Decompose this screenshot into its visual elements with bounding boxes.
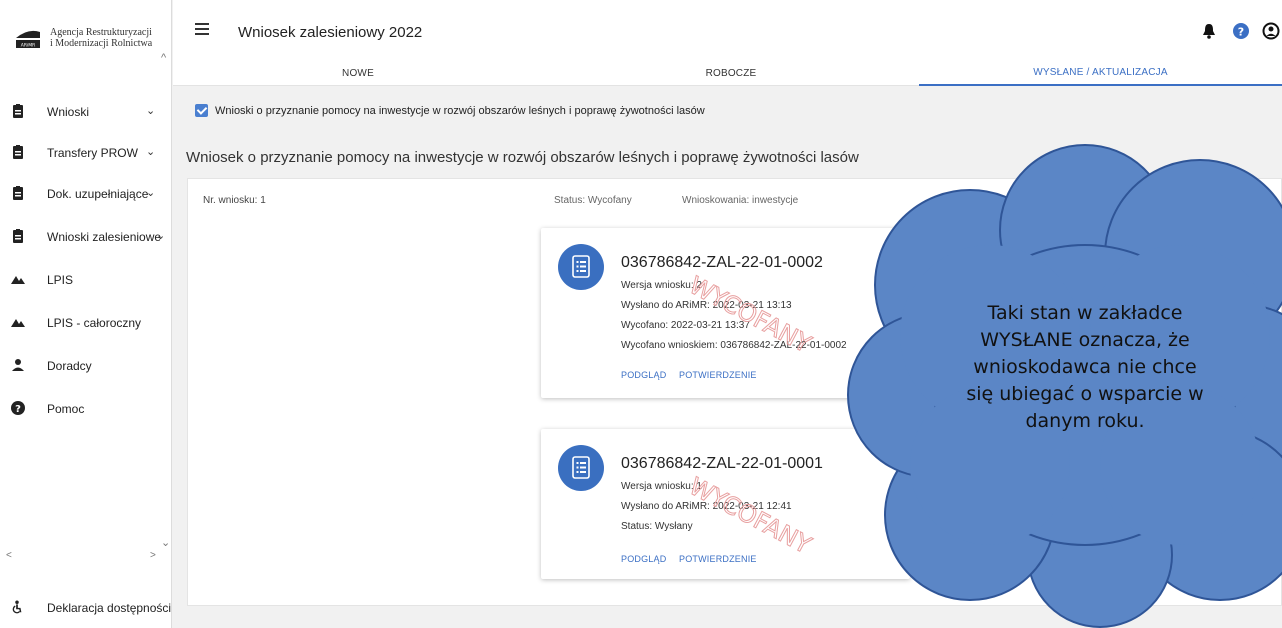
org-name-line2: i Modernizacji Rolnictwa bbox=[50, 38, 153, 49]
callout-text: Taki stan w zakładce WYSŁANE oznacza, że… bbox=[905, 300, 1265, 435]
sidebar-item-lpis[interactable]: LPIS bbox=[0, 269, 172, 291]
sidebar-item-accessibility[interactable]: Deklaracja dostępności bbox=[0, 596, 172, 618]
clipboard-icon bbox=[13, 186, 23, 200]
sidebar-horizontal-scrollbar[interactable]: < > bbox=[0, 550, 172, 564]
card-detail-line: Wysłano do ARiMR: 2022-03-21 13:13 bbox=[621, 300, 792, 311]
help-circle-icon: ? bbox=[11, 401, 25, 415]
application-id: 036786842-ZAL-22-01-0001 bbox=[621, 455, 823, 472]
sidebar-item-label: Doradcy bbox=[47, 359, 92, 373]
sidebar-scroll-up-arrow[interactable]: ^ bbox=[161, 52, 166, 64]
svg-text:?: ? bbox=[1238, 26, 1244, 39]
page-title: Wniosek zalesieniowy 2022 bbox=[238, 24, 423, 41]
application-number: Nr. wniosku: 1 bbox=[203, 195, 266, 206]
chevron-down-icon: ⌄ bbox=[156, 230, 166, 242]
card-detail-line: Wycofano wnioskiem: 036786842-ZAL-22-01-… bbox=[621, 340, 847, 351]
callout-line: WYSŁANE oznacza, że bbox=[980, 329, 1190, 351]
stamp-text: WYCOFANY bbox=[685, 472, 816, 559]
chevron-down-icon: ⌄ bbox=[146, 187, 156, 199]
callout-line: danym roku. bbox=[1025, 410, 1145, 432]
sidebar-item-transfery-prow[interactable]: Transfery PROW ⌄ bbox=[0, 142, 172, 164]
card-detail-line: Wycofano: 2022-03-21 13:37 bbox=[621, 320, 750, 331]
sidebar-item-label: Dok. uzupełniające bbox=[47, 187, 149, 201]
clipboard-icon bbox=[13, 229, 23, 243]
sidebar: ARiMR Agencja Restrukturyzacji i Moderni… bbox=[0, 0, 172, 628]
arimr-logo[interactable]: ARiMR Agencja Restrukturyzacji i Moderni… bbox=[14, 26, 152, 50]
sidebar-item-wnioski-zalesieniowe[interactable]: Wnioski zalesieniowe ⌄ bbox=[0, 226, 172, 248]
sidebar-item-pomoc[interactable]: ? Pomoc bbox=[0, 398, 172, 420]
menu-icon[interactable] bbox=[195, 23, 209, 35]
callout-line: Taki stan w zakładce bbox=[987, 302, 1183, 324]
document-icon bbox=[558, 445, 604, 491]
sidebar-scroll-down-arrow[interactable]: ⌄ bbox=[161, 536, 170, 549]
card-detail-line: Wersja wniosku: 1 bbox=[621, 481, 702, 492]
section-title: Wniosek o przyznanie pomocy na inwestycj… bbox=[186, 149, 859, 166]
sidebar-item-lpis-caloroczny[interactable]: LPIS - całoroczny bbox=[0, 312, 172, 334]
document-icon bbox=[558, 244, 604, 290]
person-icon bbox=[12, 359, 24, 371]
bell-icon[interactable] bbox=[1200, 22, 1218, 40]
arimr-logo-mark: ARiMR bbox=[14, 26, 42, 50]
application-type: Wnioskowania: inwestycje bbox=[682, 195, 799, 206]
sidebar-item-label: Transfery PROW bbox=[47, 146, 138, 160]
mountains-icon bbox=[11, 276, 25, 284]
sidebar-item-dok-uzupelniajace[interactable]: Dok. uzupełniające ⌄ bbox=[0, 183, 172, 205]
sidebar-item-label: Wnioski zalesieniowe bbox=[47, 230, 162, 244]
scroll-right-arrow[interactable]: > bbox=[150, 550, 156, 561]
sidebar-item-label: LPIS bbox=[47, 273, 74, 287]
preview-link[interactable]: PODGLĄD bbox=[621, 370, 666, 380]
callout-line: wnioskodawca nie chce bbox=[973, 356, 1197, 378]
callout-line: się ubiegać o wsparcie w bbox=[966, 383, 1204, 405]
logo-abbr: ARiMR bbox=[21, 43, 35, 49]
confirmation-link[interactable]: POTWIERDZENIE bbox=[679, 554, 757, 564]
filter-checkbox[interactable] bbox=[195, 104, 208, 117]
sidebar-item-label: LPIS - całoroczny bbox=[47, 316, 142, 330]
clipboard-icon bbox=[13, 145, 23, 159]
org-name: Agencja Restrukturyzacji i Modernizacji … bbox=[50, 27, 152, 49]
card-detail-line: Wysłano do ARiMR: 2022-03-21 12:41 bbox=[621, 501, 792, 512]
filter-label: Wnioski o przyznanie pomocy na inwestycj… bbox=[215, 104, 705, 117]
application-id: 036786842-ZAL-22-01-0002 bbox=[621, 254, 823, 271]
card-detail-line: Status: Wysłany bbox=[621, 521, 693, 532]
application-status: Status: Wycofany bbox=[554, 195, 632, 206]
account-icon[interactable] bbox=[1262, 22, 1280, 40]
accessibility-icon bbox=[12, 600, 22, 614]
chevron-down-icon: ⌄ bbox=[146, 146, 156, 158]
confirmation-link[interactable]: POTWIERDZENIE bbox=[679, 370, 757, 380]
help-icon[interactable]: ? bbox=[1232, 22, 1250, 40]
tab-nowe[interactable]: NOWE bbox=[173, 60, 543, 86]
clipboard-icon bbox=[13, 104, 23, 118]
scroll-left-arrow[interactable]: < bbox=[6, 550, 12, 561]
svg-text:?: ? bbox=[15, 404, 21, 415]
accessibility-label: Deklaracja dostępności bbox=[47, 601, 172, 615]
chevron-down-icon: ⌄ bbox=[146, 105, 156, 117]
sidebar-item-doradcy[interactable]: Doradcy bbox=[0, 355, 172, 377]
sidebar-item-wnioski[interactable]: Wnioski ⌄ bbox=[0, 101, 172, 123]
card-detail-line: Wersja wniosku: 2 bbox=[621, 280, 702, 291]
preview-link[interactable]: PODGLĄD bbox=[621, 554, 666, 564]
tab-wyslane-aktualizacja[interactable]: WYSŁANE / AKTUALIZACJA bbox=[919, 60, 1282, 86]
filter-option: Wnioski o przyznanie pomocy na inwestycj… bbox=[195, 104, 705, 117]
sidebar-item-label: Pomoc bbox=[47, 402, 85, 416]
header-actions: ? bbox=[1182, 22, 1282, 42]
sidebar-item-label: Wnioski bbox=[47, 105, 90, 119]
tab-bar: NOWE ROBOCZE WYSŁANE / AKTUALIZACJA bbox=[173, 60, 1282, 86]
top-bar: Wniosek zalesieniowy 2022 ? bbox=[173, 0, 1282, 60]
org-name-line1: Agencja Restrukturyzacji bbox=[50, 27, 152, 38]
tab-robocze[interactable]: ROBOCZE bbox=[543, 60, 919, 86]
mountains-icon bbox=[11, 319, 25, 327]
